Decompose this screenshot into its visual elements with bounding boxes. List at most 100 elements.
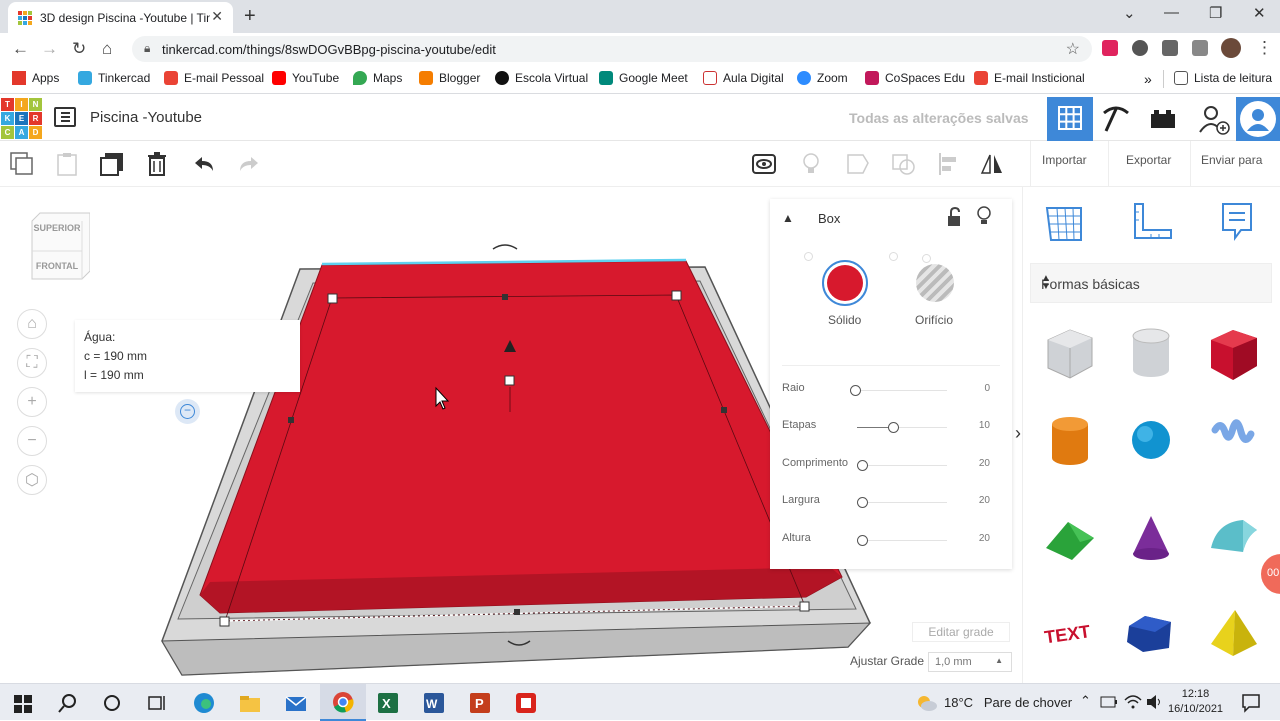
weather-widget[interactable]: 18°C Pare de chover xyxy=(944,695,1072,710)
align-icon[interactable] xyxy=(936,151,962,177)
forward-icon[interactable]: → xyxy=(41,39,58,59)
scribble-shape[interactable] xyxy=(1203,410,1263,470)
duplicate-icon[interactable] xyxy=(99,151,125,177)
bookmark-youtube[interactable]: YouTube xyxy=(272,71,339,85)
mail-icon[interactable] xyxy=(285,692,307,714)
notes-icon[interactable] xyxy=(1221,202,1255,242)
slider-knob[interactable] xyxy=(850,385,861,396)
slider-knob[interactable] xyxy=(857,535,868,546)
box-hole-shape[interactable] xyxy=(1040,322,1100,382)
ruler-icon[interactable] xyxy=(1131,202,1173,242)
slider-knob[interactable] xyxy=(857,460,868,471)
import-button[interactable]: Importar xyxy=(1042,153,1087,167)
url-text[interactable]: tinkercad.com/things/8swDOGvBBpg-piscina… xyxy=(162,42,496,57)
profile-avatar[interactable] xyxy=(1221,38,1241,58)
chrome-taskbar-active[interactable] xyxy=(320,684,366,721)
extension-icon[interactable] xyxy=(1102,40,1118,56)
sphere-shape[interactable] xyxy=(1121,410,1181,470)
prop-length[interactable]: Comprimento 20 xyxy=(782,457,1000,477)
cortana-icon[interactable] xyxy=(101,692,123,714)
slider-knob[interactable] xyxy=(888,422,899,433)
weather-icon[interactable] xyxy=(914,693,938,713)
bookmark-tinkercad[interactable]: Tinkercad xyxy=(78,71,150,85)
design-list-icon[interactable] xyxy=(54,107,76,127)
lock-icon[interactable]: 🔒︎ xyxy=(144,41,150,56)
powerpoint-icon[interactable]: P xyxy=(469,692,491,714)
edge-icon[interactable] xyxy=(193,692,215,714)
group-icon[interactable] xyxy=(845,151,871,177)
close-window-icon[interactable]: ✕ xyxy=(1253,4,1266,22)
bookmark-maps[interactable]: Maps xyxy=(353,71,402,85)
word-icon[interactable]: W xyxy=(423,692,445,714)
pickaxe-icon[interactable] xyxy=(1100,103,1132,135)
cylinder-shape[interactable] xyxy=(1040,410,1100,470)
more-bookmarks-icon[interactable]: » xyxy=(1144,71,1152,87)
maximize-icon[interactable]: ❐ xyxy=(1209,4,1222,22)
bookmark-aula-digital[interactable]: Aula Digital xyxy=(703,71,784,85)
prop-value[interactable]: 20 xyxy=(979,533,990,544)
user-avatar[interactable] xyxy=(1236,97,1280,141)
notifications-icon[interactable] xyxy=(1241,693,1261,713)
text-shape[interactable]: TEXT xyxy=(1040,602,1100,662)
collapse-tooltip-button[interactable]: − xyxy=(175,399,200,424)
file-explorer-icon[interactable] xyxy=(239,692,261,714)
prop-radius[interactable]: Raio 0 xyxy=(782,382,1000,402)
collapse-inspector-icon[interactable]: ▲ xyxy=(782,211,794,225)
media-icon[interactable] xyxy=(1192,40,1208,56)
lightbulb-icon[interactable] xyxy=(798,151,824,177)
hole-swatch[interactable] xyxy=(916,264,954,302)
mirror-icon[interactable] xyxy=(979,151,1005,177)
view-cube[interactable]: SUPERIOR FRONTAL xyxy=(28,211,90,281)
expand-panel-icon[interactable]: › xyxy=(1015,423,1021,444)
omnibox[interactable]: 🔒︎ tinkercad.com/things/8swDOGvBBpg-pisc… xyxy=(132,36,1092,62)
tab-close-icon[interactable]: ✕ xyxy=(211,8,223,25)
prop-steps[interactable]: Etapas 10 xyxy=(782,419,1000,439)
perspective-button[interactable]: ⬡ xyxy=(17,465,47,495)
fit-view-button[interactable]: ⛶ xyxy=(17,348,47,378)
back-icon[interactable]: ← xyxy=(12,39,29,59)
show-all-icon[interactable] xyxy=(751,151,777,177)
volume-icon[interactable] xyxy=(1146,694,1164,710)
bookmark-blogger[interactable]: Blogger xyxy=(419,71,480,85)
home-icon[interactable]: ⌂ xyxy=(102,39,112,59)
edit-grid-button[interactable]: Editar grade xyxy=(912,622,1010,642)
task-view-icon[interactable] xyxy=(146,692,168,714)
delete-icon[interactable] xyxy=(144,151,170,177)
bookmark-zoom[interactable]: Zoom xyxy=(797,71,848,85)
minimize-icon[interactable]: — xyxy=(1164,4,1179,21)
slider-knob[interactable] xyxy=(857,497,868,508)
new-tab-icon[interactable]: + xyxy=(244,5,256,28)
menu-icon[interactable]: ⋮ xyxy=(1256,38,1273,58)
solid-color-swatch[interactable] xyxy=(822,260,868,306)
polygon-shape[interactable] xyxy=(1121,602,1181,662)
shape-name[interactable]: Box xyxy=(818,211,840,226)
prop-width[interactable]: Largura 20 xyxy=(782,494,1000,514)
ungroup-icon[interactable] xyxy=(891,151,917,177)
bookmark-escola-virtual[interactable]: Escola Virtual xyxy=(495,71,588,85)
bookmark-email-pessoal[interactable]: E-mail Pessoal xyxy=(164,71,264,85)
wifi-icon[interactable] xyxy=(1124,694,1142,710)
prop-value[interactable]: 20 xyxy=(979,495,990,506)
bookmark-star-icon[interactable]: ☆ xyxy=(1066,39,1080,59)
puzzle-icon[interactable] xyxy=(1162,40,1178,56)
bricks-icon[interactable] xyxy=(1149,107,1177,131)
design-title[interactable]: Piscina -Youtube xyxy=(90,109,202,126)
send-to-button[interactable]: Enviar para xyxy=(1201,153,1262,167)
pyramid-shape[interactable] xyxy=(1203,602,1263,662)
roof-shape[interactable] xyxy=(1040,508,1100,568)
export-button[interactable]: Exportar xyxy=(1126,153,1171,167)
zoom-out-button[interactable]: − xyxy=(17,426,47,456)
prop-value[interactable]: 20 xyxy=(979,458,990,469)
excel-icon[interactable]: X xyxy=(377,692,399,714)
prop-height[interactable]: Altura 20 xyxy=(782,532,1000,552)
round-roof-shape[interactable] xyxy=(1203,508,1263,568)
tab-search-icon[interactable]: ⌄ xyxy=(1123,4,1136,22)
snap-grid-select[interactable]: 1,0 mm ▲ xyxy=(928,652,1012,672)
home-view-button[interactable]: ⌂ xyxy=(17,309,47,339)
tray-chevron-icon[interactable]: ⌃ xyxy=(1080,693,1091,709)
lock-icon[interactable] xyxy=(946,207,962,227)
extension-icon[interactable] xyxy=(1132,40,1148,56)
reload-icon[interactable]: ↻ xyxy=(72,39,86,59)
system-clock[interactable]: 12:18 16/10/2021 xyxy=(1168,687,1223,717)
redo-icon[interactable] xyxy=(236,151,262,177)
